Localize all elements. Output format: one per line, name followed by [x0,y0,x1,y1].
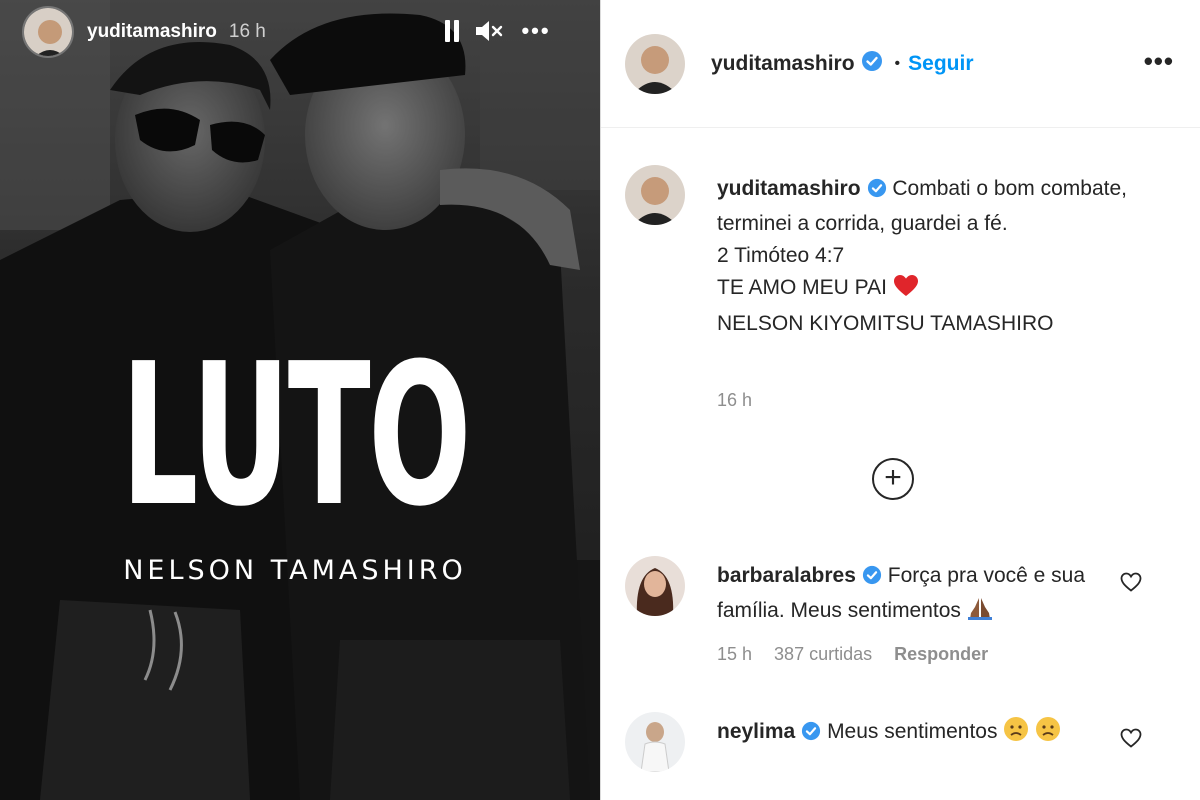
verified-icon [801,719,821,751]
story-time: 16 h [228,21,266,42]
sad-face-icon [1003,716,1029,752]
comment-message: Meus sentimentos [827,720,998,743]
avatar[interactable] [22,6,74,58]
post-header: yuditamashiro • Seguir ••• [601,0,1200,128]
verified-icon [867,176,887,208]
avatar[interactable] [625,556,685,616]
reply-button[interactable]: Responder [894,644,988,665]
load-more-comments-button[interactable]: + [872,458,914,500]
praying-hands-icon [967,595,993,631]
caption-timestamp: 16 h [717,390,753,410]
follow-button[interactable]: Seguir [908,52,973,76]
story-header: yuditamashiro 16 h [0,0,600,64]
verified-icon [861,50,883,77]
comment-username[interactable]: barbaralabres [717,564,856,587]
separator-dot: • [894,54,901,72]
comment-text: barbaralabres Força pra você e sua famíl… [717,560,1117,631]
heart-outline-icon[interactable] [1119,726,1143,750]
caption-line-4: NELSON KIYOMITSU TAMASHIRO [717,312,1054,335]
verified-icon [862,563,882,595]
comment-text: neylima Meus sentimentos [717,716,1117,752]
caption-line-2: 2 Timóteo 4:7 [717,244,845,267]
story-subtitle: NELSON TAMASHIRO [123,555,467,586]
avatar[interactable] [625,712,685,772]
mute-icon[interactable] [472,16,506,46]
avatar[interactable] [625,165,685,225]
story-panel[interactable]: yuditamashiro 16 h ••• LUTO NELSON TAMAS… [0,0,600,800]
comment-likes[interactable]: 387 curtidas [774,644,872,665]
more-options-icon[interactable]: ••• [1144,46,1174,77]
story-title: LUTO [120,322,472,550]
post-panel: yuditamashiro • Seguir ••• yuditamashiro… [601,0,1200,800]
comment-timestamp: 15 h [717,644,753,664]
post-username[interactable]: yuditamashiro [711,52,855,76]
caption-text: yuditamashiro Combati o bom combate, ter… [717,173,1157,340]
comment-username[interactable]: neylima [717,720,795,743]
caption-username[interactable]: yuditamashiro [717,177,861,200]
comment-meta: 15 h 387 curtidas Responder [717,644,988,665]
sad-face-icon [1035,716,1061,752]
red-heart-icon [893,274,919,308]
story-username[interactable]: yuditamashiro [87,21,217,43]
pause-icon[interactable] [440,16,464,46]
avatar[interactable] [625,33,685,94]
caption-line-3: TE AMO MEU PAI [717,276,887,299]
heart-outline-icon[interactable] [1119,570,1143,594]
plus-icon: + [884,461,902,494]
more-icon[interactable]: ••• [516,16,556,46]
